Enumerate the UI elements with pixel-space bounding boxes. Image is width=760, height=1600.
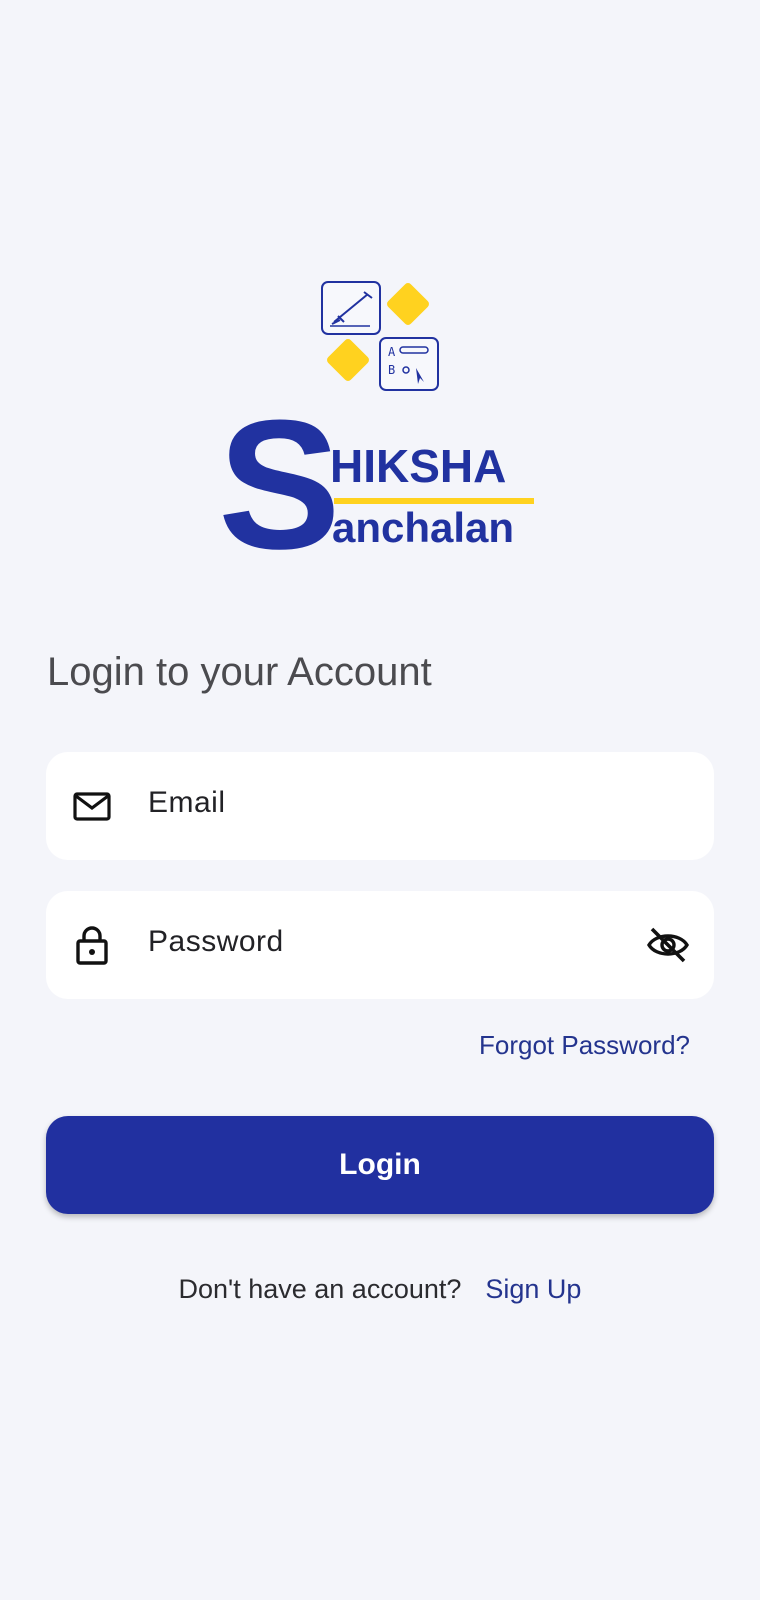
page-title: Login to your Account [47,650,432,694]
email-placeholder: Email [148,786,226,819]
signup-row: Don't have an account? Sign Up [0,1274,760,1305]
brand-wordmark: S HIKSHA anchalan [218,392,538,576]
password-placeholder: Password [148,925,284,958]
lock-icon [76,926,108,965]
email-field[interactable]: Email [46,752,714,860]
svg-text:B: B [388,363,395,377]
login-button[interactable]: Login [46,1116,714,1214]
forgot-password-link[interactable]: Forgot Password? [479,1030,690,1061]
app-logo-icon: A B [321,281,439,391]
eye-off-icon[interactable] [646,925,690,965]
signup-link[interactable]: Sign Up [485,1274,581,1305]
mail-icon [73,792,111,821]
brand-bottom-text: anchalan [332,504,515,551]
signup-prompt: Don't have an account? [178,1274,462,1304]
brand-top-text: HIKSHA [330,440,507,492]
svg-text:A: A [388,345,396,359]
password-field[interactable]: Password [46,891,714,999]
brand-letter: S [218,381,341,587]
